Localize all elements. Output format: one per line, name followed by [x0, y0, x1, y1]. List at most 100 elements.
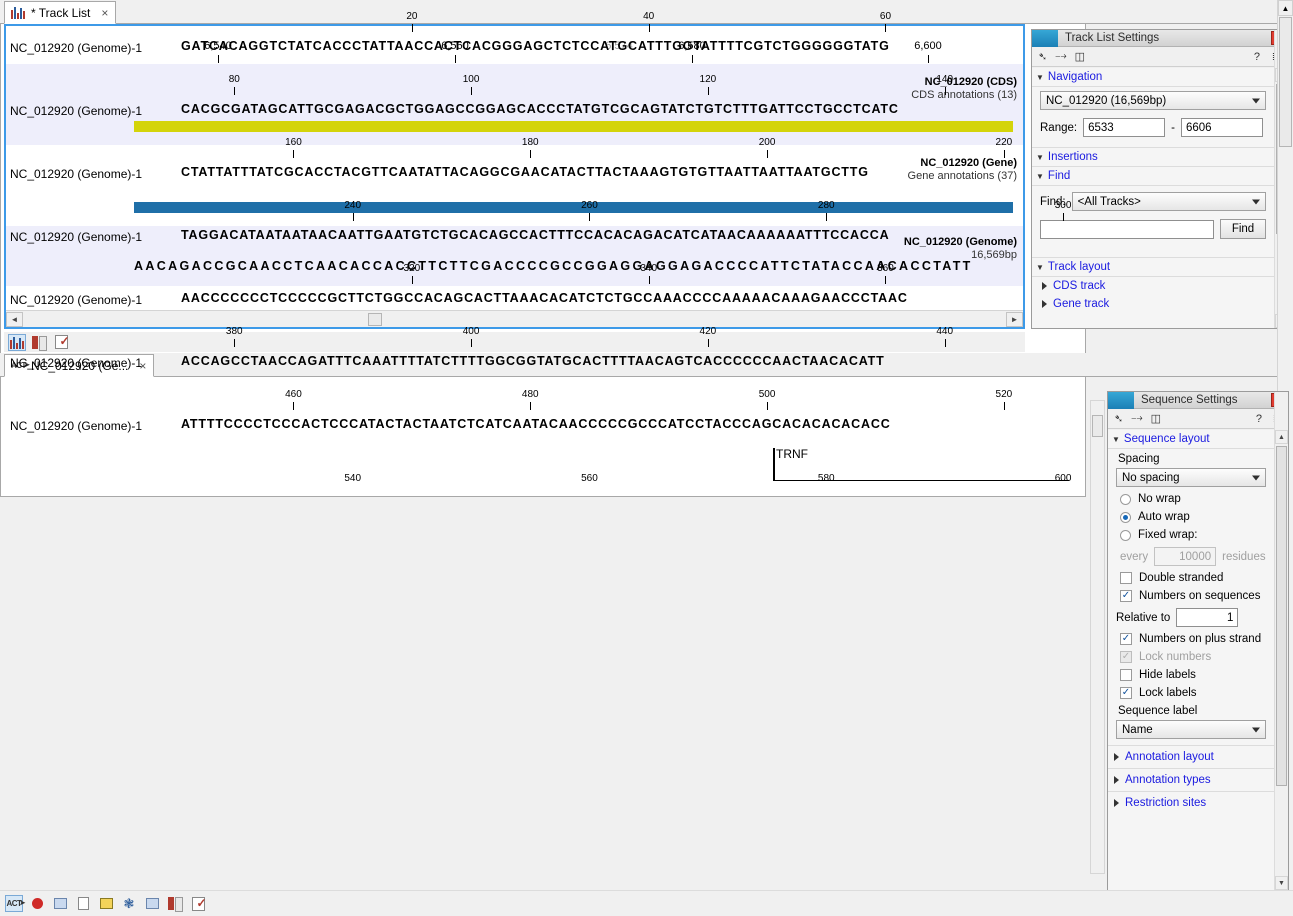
sequence-position-number: 480: [522, 389, 539, 400]
sequence-position-tick: [1063, 213, 1064, 221]
sequence-bases[interactable]: AACCCCCCCTCCCCCGCTTCTGGCCACAGCACTTAAACAC…: [181, 291, 908, 305]
annotation-table-button[interactable]: [51, 895, 69, 912]
sequence-bases[interactable]: CACGCGATAGCATTGCGAGACGCTGGAGCCGGAGCACCCT…: [181, 102, 899, 116]
annotation-label-trnf[interactable]: TRNF: [776, 447, 808, 461]
sequence-view[interactable]: 204060NC_012920 (Genome)-1GATCACAGGTCTAT…: [0, 0, 1086, 497]
grid-icon: [100, 898, 113, 909]
checkbox-hide-labels-label: Hide labels: [1139, 669, 1196, 681]
sequence-line[interactable]: 460480500520NC_012920 (Genome)-1ATTTTCCC…: [0, 384, 1086, 447]
sequence-position-tick: [293, 150, 294, 158]
sequence-bases[interactable]: ACCAGCCTAACCAGATTTCAAATTTTATCTTTTGGCGGTA…: [181, 354, 885, 368]
help-icon[interactable]: ?: [1256, 413, 1262, 425]
sequence-view-toolbar: ACT ❃: [0, 890, 1293, 916]
report-button[interactable]: [189, 895, 207, 912]
checkbox-lock-numbers: Lock numbers: [1120, 651, 1266, 663]
sequence-settings-toolbar: ➴ ⤍ ◫ ? ≣: [1108, 409, 1288, 429]
checkbox-numbers-on-plus-strand-label: Numbers on plus strand: [1139, 633, 1261, 645]
section-restriction-sites[interactable]: Restriction sites: [1108, 791, 1274, 814]
section-annotation-layout[interactable]: Annotation layout: [1108, 745, 1274, 768]
sequence-position-number: 500: [759, 389, 776, 400]
every-label: every: [1120, 551, 1148, 563]
radio-auto-wrap-label: Auto wrap: [1138, 511, 1190, 523]
element-info-button[interactable]: ❃: [120, 895, 138, 912]
sequence-line[interactable]: 160180200220NC_012920 (Genome)-1CTATTATT…: [0, 132, 1086, 195]
sequence-line[interactable]: 80100120140NC_012920 (Genome)-1CACGCGATA…: [0, 69, 1086, 132]
panel-dock-icon[interactable]: ◫: [1151, 412, 1161, 425]
sequence-position-tick: [530, 402, 531, 410]
grid-view-button[interactable]: [97, 895, 115, 912]
report-icon: [192, 897, 205, 911]
sequence-bases[interactable]: TAGGACATAATAATAACAATTGAATGTCTGCACAGCCACT…: [181, 228, 889, 242]
sequence-position-tick: [530, 150, 531, 158]
sequence-position-tick: [945, 87, 946, 95]
sequence-settings-title: Sequence Settings: [1141, 394, 1238, 406]
sequence-position-number: 320: [404, 263, 421, 274]
sequence-bases[interactable]: GATCACAGGTCTATCACCCTATTAACCACTCACGGGAGCT…: [181, 39, 890, 53]
sequence-line[interactable]: 240260280300NC_012920 (Genome)-1TAGGACAT…: [0, 195, 1086, 258]
sequence-line[interactable]: 204060NC_012920 (Genome)-1GATCACAGGTCTAT…: [0, 6, 1086, 69]
sequence-line-partial[interactable]: TRNF540560580600: [0, 447, 1086, 497]
radio-indicator: [1120, 512, 1131, 523]
section-sequence-layout[interactable]: ▼ Sequence layout: [1108, 430, 1274, 449]
sequence-position-tick: [234, 339, 235, 347]
checkbox-numbers-on-plus-strand[interactable]: Numbers on plus strand: [1120, 633, 1266, 645]
sequence-settings-panel: Sequence Settings ✕ ➴ ⤍ ◫ ? ≣ ▼ Sequence…: [1107, 391, 1289, 891]
checkbox-hide-labels[interactable]: Hide labels: [1120, 669, 1266, 681]
arrow-small-icon[interactable]: ⤍: [1131, 412, 1142, 425]
sequence-settings-scrollbar[interactable]: ▲ ▼: [1274, 392, 1288, 890]
section-annotation-types-label: Annotation types: [1125, 774, 1211, 786]
scroll-thumb[interactable]: [1276, 446, 1287, 786]
sequence-position-number: 600: [1055, 473, 1072, 484]
sequence-position-tick: [1004, 150, 1005, 158]
sequence-bases[interactable]: CTATTATTTATCGCACCTACGTTCAATATTACAGGCGAAC…: [181, 165, 869, 179]
text-view-button[interactable]: [74, 895, 92, 912]
sequence-row-label: NC_012920 (Genome)-1: [10, 41, 142, 55]
sequence-position-tick: [293, 402, 294, 410]
sequence-position-number: 360: [877, 263, 894, 274]
radio-auto-wrap[interactable]: Auto wrap: [1120, 511, 1266, 523]
fixed-wrap-input[interactable]: 10000: [1154, 547, 1216, 566]
radio-fixed-wrap[interactable]: Fixed wrap:: [1120, 529, 1266, 541]
sequence-line[interactable]: 380400420440NC_012920 (Genome)-1ACCAGCCT…: [0, 321, 1086, 384]
scroll-thumb[interactable]: [1092, 415, 1103, 437]
sequence-position-tick: [708, 339, 709, 347]
circular-view-button[interactable]: [28, 895, 46, 912]
sequence-area-scrollbar[interactable]: [1090, 400, 1105, 874]
sequence-row-label: NC_012920 (Genome)-1: [10, 419, 142, 433]
sequence-position-number: 260: [581, 200, 598, 211]
table-view-button[interactable]: [166, 895, 184, 912]
sequence-position-number: 540: [344, 473, 361, 484]
asterisk-icon: ❃: [124, 898, 135, 909]
radio-indicator: [1120, 530, 1131, 541]
relative-to-label: Relative to: [1116, 612, 1170, 624]
scroll-up-icon[interactable]: ▲: [1275, 430, 1288, 444]
sequence-layout-body: Spacing No spacing No wrap Auto wrap Fix…: [1108, 449, 1274, 745]
relative-to-input[interactable]: 1: [1176, 608, 1238, 627]
radio-no-wrap[interactable]: No wrap: [1120, 493, 1266, 505]
scroll-down-icon[interactable]: ▼: [1275, 876, 1288, 890]
checkbox-numbers-on-sequences[interactable]: Numbers on sequences: [1120, 590, 1266, 602]
sequence-label-select[interactable]: Name: [1116, 720, 1266, 739]
cursor-pointer-icon[interactable]: ➴: [1114, 412, 1123, 425]
sequence-label-label: Sequence label: [1118, 705, 1266, 717]
sequence-position-number: 40: [643, 11, 654, 22]
sequence-row-label: NC_012920 (Genome)-1: [10, 293, 142, 307]
spacing-value: No spacing: [1122, 472, 1180, 484]
sequence-bases[interactable]: ATTTTCCCCTCCCACTCCCATACTACTAATCTCATCAATA…: [181, 417, 891, 431]
sequence-position-number: 280: [818, 200, 835, 211]
sequence-view-button[interactable]: ACT: [5, 895, 23, 912]
history-button[interactable]: [143, 895, 161, 912]
sequence-settings-titlebar[interactable]: Sequence Settings ✕: [1108, 392, 1288, 409]
chevron-right-icon: [1114, 799, 1119, 807]
section-sequence-layout-label: Sequence layout: [1124, 433, 1210, 445]
sequence-position-number: 580: [818, 473, 835, 484]
checkbox-indicator: [1120, 651, 1132, 663]
checkbox-lock-labels[interactable]: Lock labels: [1120, 687, 1266, 699]
section-annotation-types[interactable]: Annotation types: [1108, 768, 1274, 791]
checkbox-double-stranded[interactable]: Double stranded: [1120, 572, 1266, 584]
sequence-position-number: 120: [700, 74, 717, 85]
application-window: * Track List × 6,5406,5606,5746,5806,600…: [0, 0, 1293, 916]
sequence-position-number: 380: [226, 326, 243, 337]
spacing-select[interactable]: No spacing: [1116, 468, 1266, 487]
sequence-line[interactable]: 320340360NC_012920 (Genome)-1AACCCCCCCTC…: [0, 258, 1086, 321]
